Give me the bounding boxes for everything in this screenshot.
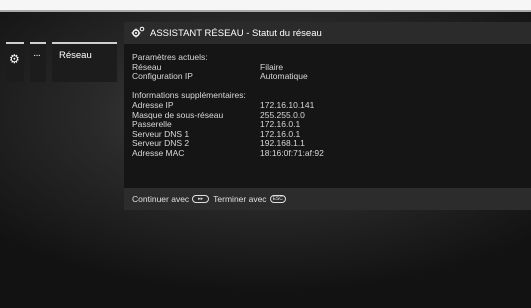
more-icon: ···: [33, 50, 41, 61]
section-heading: Informations supplémentaires:: [132, 90, 246, 101]
top-divider: [0, 10, 531, 12]
info-value: Automatique: [260, 71, 308, 82]
section-heading: Paramètres actuels:: [132, 52, 208, 62]
info-row: Serveur DNS 1 172.16.0.1: [132, 129, 522, 140]
info-row: Adresse MAC 18:16:0f:71:af:92: [132, 147, 522, 159]
tab-network-label: Réseau: [59, 50, 92, 61]
tab-network[interactable]: Réseau: [52, 42, 117, 82]
dialog-header: ASSISTANT RÉSEAU - Statut du réseau: [124, 22, 531, 44]
gear-icon: ⚙: [9, 52, 20, 66]
tab-more[interactable]: ···: [30, 42, 46, 82]
info-row: Configuration IP Automatique: [132, 72, 522, 82]
network-settings-icon: [131, 26, 145, 41]
tv-screen: ⚙ ··· Réseau ASSISTANT RÉSEAU - Statut d…: [0, 10, 531, 308]
dialog-body: Paramètres actuels: Réseau Filaire Confi…: [132, 52, 522, 159]
info-key: Configuration IP: [132, 71, 193, 82]
finish-label: Terminer avec: [213, 194, 267, 204]
fast-forward-key-icon[interactable]: ▸▸: [192, 195, 210, 203]
network-status-dialog: ASSISTANT RÉSEAU - Statut du réseau Para…: [124, 22, 531, 210]
esc-key-icon[interactable]: ESC: [269, 195, 286, 203]
tab-settings[interactable]: ⚙: [6, 42, 24, 82]
dialog-footer: Continuer avec ▸▸ Terminer avec ESC: [124, 188, 531, 210]
info-row: Masque de sous-réseau 255.255.0.0: [132, 110, 522, 121]
info-value: 18:16:0f:71:af:92: [260, 147, 324, 158]
info-row: Serveur DNS 2 192.168.1.1: [132, 139, 522, 149]
continue-label: Continuer avec: [132, 194, 190, 204]
dialog-title: ASSISTANT RÉSEAU - Statut du réseau: [150, 28, 322, 39]
info-key: Adresse MAC: [132, 147, 185, 158]
info-row: Passerelle 172.16.0.1: [132, 120, 522, 130]
